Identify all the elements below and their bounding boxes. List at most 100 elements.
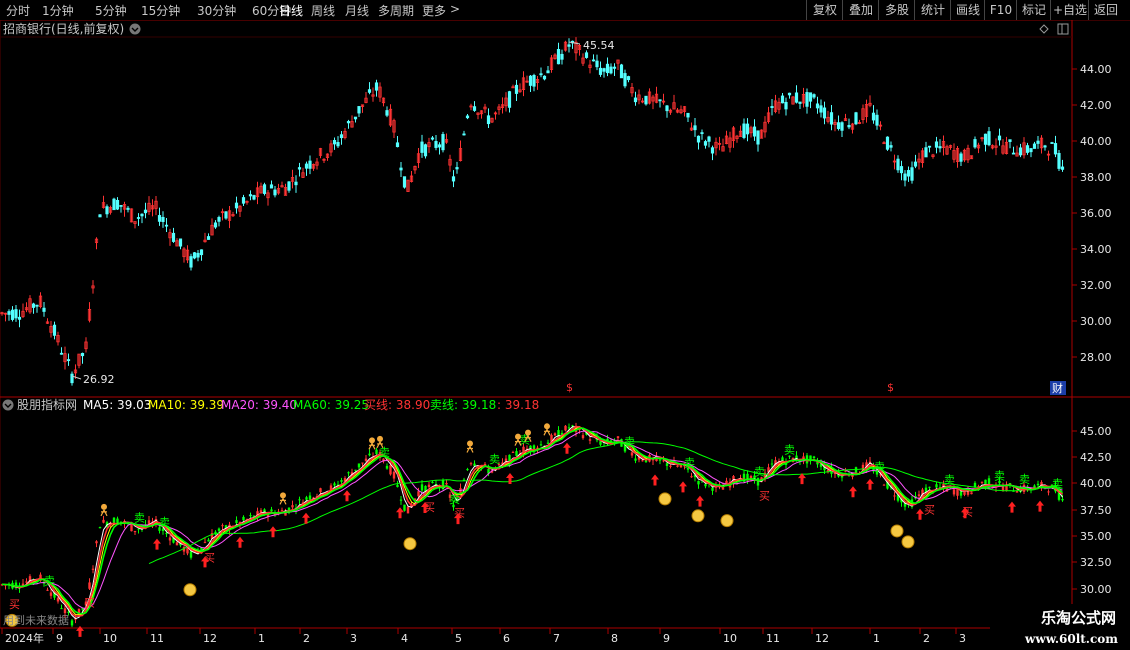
candle-body <box>560 53 564 60</box>
ind-candle-body <box>711 487 714 491</box>
diamond-icon[interactable] <box>1039 24 1049 34</box>
period-tab-15min[interactable]: 15分钟 <box>141 2 180 19</box>
money-bag-icon <box>720 514 734 528</box>
button-add-watchlist[interactable]: +自选 <box>1050 0 1089 20</box>
candle-body <box>336 142 340 147</box>
money-bag-icon <box>890 524 904 538</box>
ind-candle-body <box>305 497 308 500</box>
candle-body <box>1029 148 1033 153</box>
candle-body <box>399 167 403 171</box>
money-bag-icon <box>658 492 672 506</box>
button-back[interactable]: 返回 <box>1088 0 1123 20</box>
dividend-marker-1[interactable]: $ <box>566 381 573 394</box>
candle-body <box>304 163 309 169</box>
time-label: 12 <box>203 632 217 645</box>
more-chevron-icon[interactable]: > <box>450 2 460 16</box>
candle-body <box>836 122 841 130</box>
candle-body <box>784 101 788 110</box>
candle-body <box>903 173 907 181</box>
runner-icon <box>377 435 383 442</box>
extra-readout: : 39.18 <box>497 398 539 412</box>
period-tab-intraday[interactable]: 分时 <box>6 2 30 19</box>
button-f10[interactable]: F10 <box>984 0 1017 20</box>
time-label: 8 <box>611 632 618 645</box>
candle-body <box>973 139 977 148</box>
candle-body <box>532 75 536 87</box>
ind-candle-body <box>676 465 679 467</box>
ind-candle-body <box>88 582 91 589</box>
period-tab-30min[interactable]: 30分钟 <box>197 2 236 19</box>
candle-body <box>612 66 617 69</box>
candle-body <box>140 213 144 217</box>
ind-candle-body <box>420 484 424 491</box>
ind-candle-body <box>599 441 602 445</box>
time-label: 2024年 <box>5 631 44 645</box>
period-tab-monthly[interactable]: 月线 <box>345 2 369 19</box>
button-overlay[interactable]: 叠加 <box>842 0 879 20</box>
candle-body <box>241 197 246 204</box>
ind-candle-body <box>340 480 343 482</box>
button-multi-stock[interactable]: 多股 <box>878 0 915 20</box>
price-tick-32: 32.00 <box>1072 279 1112 292</box>
window-toggle-icon[interactable] <box>1057 23 1069 35</box>
up-arrow-icon <box>679 481 687 493</box>
period-tab-weekly[interactable]: 周线 <box>311 2 335 19</box>
candle-body <box>196 252 200 258</box>
candle-body <box>213 222 218 228</box>
ind-tick-label-35: 35.00 <box>1080 530 1112 543</box>
time-label: 9 <box>663 632 670 645</box>
period-tab-multi[interactable]: 多周期 <box>378 2 414 19</box>
ind-candle-body <box>347 472 350 474</box>
ind-candle-body <box>970 492 973 495</box>
candle-body <box>822 107 827 119</box>
candle-body <box>252 195 256 200</box>
candle-body <box>437 144 442 148</box>
ind-candle-body <box>882 484 886 486</box>
runner-icon <box>101 503 107 510</box>
ind-candle-body <box>354 469 357 471</box>
button-adjust[interactable]: 复权 <box>806 0 843 20</box>
ind-candle-body <box>665 463 669 466</box>
ind-candle-body <box>186 547 189 554</box>
money-bag-icon <box>403 537 417 551</box>
ind-tick-35: 35.00 <box>1072 530 1112 543</box>
period-tab-daily[interactable]: 日线 <box>279 2 303 19</box>
candle-body <box>546 70 550 74</box>
candle-body <box>136 217 141 219</box>
ind-candle-body <box>389 465 392 475</box>
period-tab-1min[interactable]: 1分钟 <box>42 2 74 19</box>
ind-candle-body <box>690 476 693 478</box>
ind-candle-body <box>546 442 550 444</box>
button-mark[interactable]: 标记 <box>1016 0 1051 20</box>
indicator-dropdown-icon[interactable] <box>2 399 14 411</box>
candle-body <box>924 147 928 158</box>
ind-candle-body <box>980 481 984 483</box>
ind-candle-body <box>928 486 931 488</box>
candle-body <box>420 141 424 153</box>
title-dropdown-icon[interactable] <box>129 23 141 35</box>
button-statistics[interactable]: 统计 <box>914 0 951 20</box>
period-tab-5min[interactable]: 5分钟 <box>95 2 127 19</box>
ind-candle-body <box>56 597 60 602</box>
sell-signal: 卖 <box>754 466 765 479</box>
runner-icon <box>515 433 521 440</box>
ind-candle-body <box>567 427 571 429</box>
candle-body <box>959 153 963 162</box>
candle-body <box>927 145 932 148</box>
candle-body <box>262 184 267 194</box>
period-tab-more[interactable]: 更多 <box>422 2 446 19</box>
ind-candle-body <box>217 528 221 531</box>
ind-candle-body <box>893 495 896 497</box>
up-arrow-icon <box>866 478 874 490</box>
candle-body <box>514 84 519 94</box>
kline-chart-area[interactable]: 招商银行(日线,前复权) 44.00 42.00 40.00 38.00 36.… <box>0 20 1130 650</box>
ind-candle-body <box>165 533 168 535</box>
ind-tick-325: 32.50 <box>1072 556 1112 569</box>
candle-body <box>742 123 746 138</box>
ind-candle-body <box>385 465 389 469</box>
button-draw-line[interactable]: 画线 <box>950 0 985 20</box>
candle-body <box>112 198 116 211</box>
candle-body <box>465 115 470 119</box>
candle-body <box>143 209 148 214</box>
dividend-marker-2[interactable]: $ <box>887 381 894 394</box>
